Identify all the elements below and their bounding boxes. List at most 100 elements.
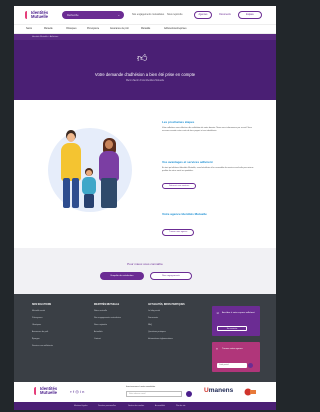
footer-link[interactable]: Documents	[148, 317, 185, 320]
footer-link[interactable]: Obsèques	[32, 324, 53, 327]
footer-heading: ACTUALITÉS, INFOS PRATIQUES	[148, 304, 185, 306]
footer-heading: NOS SOLUTIONS	[32, 304, 52, 306]
footer-link[interactable]: Actualités	[94, 331, 121, 334]
legal-link[interactable]: Plan du site	[176, 405, 185, 407]
legal-link[interactable]: Accessibilité	[155, 405, 165, 407]
footer-link[interactable]: Notre mutuelle	[94, 310, 121, 313]
hero-subtitle: Merci d'avoir choisi Identités Mutuelle	[125, 80, 165, 82]
social-links: ᴛf◎in	[70, 389, 86, 394]
main-nav: Santé Mutuelle Obsèques Prévoyance Assur…	[14, 24, 276, 34]
child-legs	[84, 194, 94, 208]
footer-heading: IDENTITÉS MUTUELLE	[94, 304, 120, 306]
footer: NOS SOLUTIONS Mutuelle santé Prévoyance …	[14, 294, 276, 382]
nav-item-adherents[interactable]: Adhérents/entreprises	[164, 28, 186, 30]
confirmation-hero: 👍︎ Votre demande d'adhésion a bien été p…	[14, 40, 276, 100]
login-button[interactable]: Se connecter	[217, 326, 247, 331]
man-head	[67, 133, 75, 142]
child-body	[82, 177, 96, 195]
member-benefits-text: En tant qu'adhérent Identités Mutuelle, …	[162, 167, 254, 172]
footer-column-solutions: NOS SOLUTIONS Mutuelle santé Prévoyance …	[32, 304, 53, 352]
linkedin-icon[interactable]: in	[80, 389, 86, 394]
chevron-down-icon: ⌄	[117, 12, 120, 17]
thumbs-up-icon: 👍︎	[137, 53, 148, 64]
agency-finder-card: ⌖ Trouver votre agence Code postal	[212, 342, 260, 372]
member-space-card: ☺ Accédez à votre espace adhérent Se con…	[212, 306, 260, 336]
header: Identités Mutuelle Recherche ⌄ Nos engag…	[14, 6, 276, 24]
member-space-text: Accédez à votre espace adhérent	[222, 312, 255, 314]
identites-mutuelle-logo[interactable]: Identités Mutuelle	[25, 10, 53, 21]
find-agency-button[interactable]: Trouver mon agence	[162, 229, 195, 236]
commitments-button[interactable]: Nos engagements	[150, 272, 192, 280]
header-link-rejoindre[interactable]: Nous rejoindre	[167, 13, 183, 16]
footer-link[interactable]: Assurance de prêt	[32, 331, 53, 334]
survey-question: Pour mieux vous connaître	[127, 262, 163, 266]
next-steps-section: Les prochaines étapes Votre adhésion ser…	[162, 120, 258, 133]
postal-code-input[interactable]: Code postal	[217, 363, 247, 368]
footer-link[interactable]: Nos engagements mutualistes	[94, 317, 121, 320]
newsletter-label: Inscrivez-vous à notre newsletter	[126, 386, 156, 388]
woman-head	[105, 140, 113, 149]
footer-link[interactable]: Le blog santé	[148, 310, 185, 313]
main-content: Les prochaines étapes Votre adhésion ser…	[14, 100, 276, 248]
footer-link[interactable]: Prévoyance	[32, 317, 53, 320]
footer-link[interactable]: Nous rejoindre	[94, 324, 121, 327]
footer-link[interactable]: Services aux adhérents	[32, 345, 53, 348]
footer-link[interactable]: Informations réglementaires	[148, 338, 185, 341]
page: Identités Mutuelle Recherche ⌄ Nos engag…	[14, 6, 276, 410]
next-steps-text: Votre adhésion sera effective dès valida…	[162, 127, 252, 132]
documents-label: Documents	[219, 14, 231, 16]
nav-item-assurance-pret[interactable]: Assurance de prêt	[110, 28, 129, 30]
footer-link[interactable]: Contact	[94, 338, 121, 341]
man-body	[61, 143, 81, 181]
newsletter: Inscrivez-vous à notre newsletter Votre …	[126, 386, 192, 397]
legal-link[interactable]: Gestion des cookies	[128, 405, 144, 407]
next-steps-heading: Les prochaines étapes	[162, 120, 195, 124]
agencies-button[interactable]: Agences	[194, 11, 212, 19]
logo-line2: Mutuelle	[31, 13, 48, 19]
agency-heading: Votre agence Identités Mutuelle	[162, 212, 207, 216]
nav-item-mutualite[interactable]: Mutualité	[141, 28, 150, 30]
header-link-engagements[interactable]: Nos engagements mutualistes	[132, 13, 164, 16]
legal-link[interactable]: Mentions légales	[74, 405, 88, 407]
hero-title: Votre demande d'adhésion a bien été pris…	[94, 72, 196, 77]
newsletter-email-input[interactable]: Votre adresse e-mail	[126, 391, 182, 397]
umanens-logo[interactable]: Umanens	[204, 387, 233, 394]
logo-mark-icon	[25, 11, 30, 19]
legal-bar: Mentions légales Données personnelles Ge…	[14, 402, 276, 410]
agency-search-button[interactable]	[248, 363, 253, 368]
documents-button[interactable]: Documents	[215, 11, 235, 19]
agencies-label: Agences	[198, 14, 208, 16]
man-leg	[63, 178, 70, 208]
partner-logo-icon[interactable]	[244, 387, 256, 397]
footer-link[interactable]: Épargne	[32, 338, 53, 341]
agency-section: Votre agence Identités Mutuelle Trouver …	[162, 212, 258, 237]
woman-legs	[101, 178, 117, 208]
footer-link[interactable]: Mutuelle santé	[32, 310, 53, 313]
member-benefits-heading: Vos avantages et services adhérent	[162, 160, 213, 164]
agency-finder-text: Trouver votre agence	[222, 348, 243, 350]
survey-button[interactable]: Enquête de satisfaction	[100, 272, 144, 280]
nav-item-prevoyance[interactable]: Prévoyance	[87, 28, 99, 30]
nav-item-obseques[interactable]: Obsèques	[66, 28, 76, 30]
nav-item-sante[interactable]: Santé	[26, 28, 32, 30]
newsletter-submit-button[interactable]	[186, 391, 192, 397]
footer-column-actualites: ACTUALITÉS, INFOS PRATIQUES Le blog sant…	[148, 304, 185, 345]
user-icon: ☺	[216, 311, 220, 315]
footer-logo[interactable]: Identités Mutuelle	[34, 386, 62, 397]
nav-item-mutuelle[interactable]: Mutuelle	[44, 28, 53, 30]
map-pin-icon: ⌖	[216, 347, 218, 351]
man-leg	[72, 178, 79, 208]
footer-link[interactable]: FAQ	[148, 324, 185, 327]
legal-link[interactable]: Données personnelles	[98, 405, 116, 407]
account-button[interactable]: Espace	[238, 11, 262, 19]
child-head	[86, 170, 92, 176]
search-input[interactable]: Recherche ⌄	[62, 11, 124, 19]
umanens-logo-text: manens	[208, 387, 234, 394]
footer-column-mutuelle: IDENTITÉS MUTUELLE Notre mutuelle Nos en…	[94, 304, 121, 345]
logo-mark-icon	[34, 387, 39, 395]
discover-services-button[interactable]: Découvrir nos services	[162, 182, 197, 190]
member-benefits-section: Vos avantages et services adhérent En ta…	[162, 160, 258, 191]
footer-link[interactable]: Questions pratiques	[148, 331, 185, 334]
breadcrumb-text[interactable]: Identités Mutuelle > Adhésion	[32, 36, 58, 38]
woman-body	[99, 151, 119, 181]
